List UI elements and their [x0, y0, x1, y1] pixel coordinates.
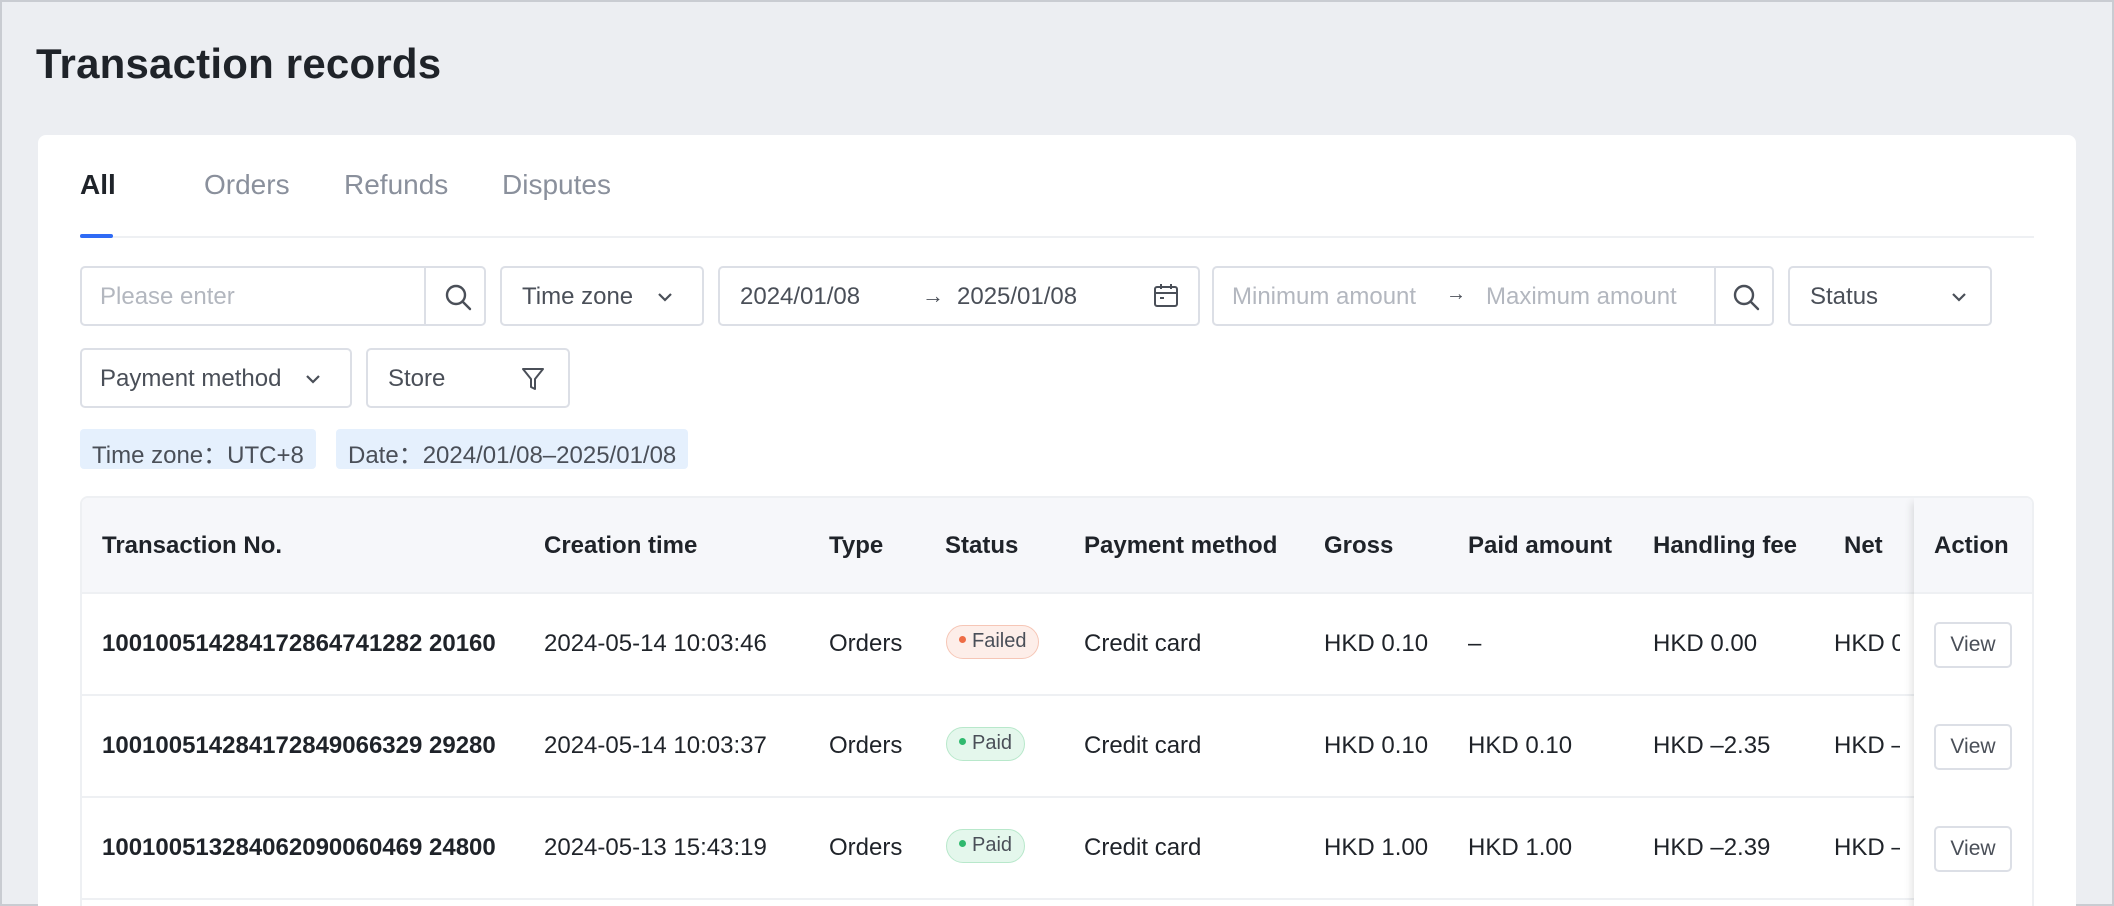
payment-method-select-label: Payment method — [100, 365, 282, 392]
status-badge: Paid — [946, 727, 1026, 761]
view-button[interactable]: View — [1934, 724, 2012, 770]
date-range-arrow-icon: → — [922, 283, 944, 308]
net-cell: HKD –2.25 — [1834, 696, 1900, 798]
status-select-label: Status — [1810, 283, 1879, 310]
date-start[interactable]: 2024/01/08 — [740, 283, 860, 311]
payment-method: Credit card — [1084, 834, 1202, 861]
header-status: Status — [945, 532, 1019, 559]
transaction-no: 100100514284172864741282 20160 — [102, 630, 496, 657]
search-box: Please enter — [80, 266, 486, 326]
transactions-table: Transaction No. Creation time Type Statu… — [80, 496, 2034, 906]
status-badge: Paid — [946, 829, 1026, 863]
gross: HKD 0.10 — [1324, 630, 1429, 657]
header-gross: Gross — [1324, 532, 1394, 559]
status-dot-icon — [959, 840, 966, 848]
status-badge: Failed — [946, 625, 1040, 659]
tab-disputes[interactable]: Disputes — [502, 169, 611, 201]
page-title: Transaction records — [36, 40, 442, 87]
net: HKD –2.25 — [1834, 732, 1900, 759]
payment-method: Credit card — [1084, 630, 1202, 657]
view-button[interactable]: View — [1934, 826, 2012, 872]
active-tab-indicator — [80, 234, 113, 238]
date-end[interactable]: 2025/01/08 — [957, 283, 1077, 311]
header-net: Net — [1844, 532, 1883, 559]
action-header-cell: Action — [1914, 498, 2032, 594]
timezone-select-label: Time zone — [522, 283, 634, 310]
calendar-icon — [1154, 284, 1178, 307]
handling-fee: HKD 0.00 — [1653, 630, 1758, 657]
creation-time: 2024-05-14 10:03:37 — [544, 732, 767, 759]
chevron-down-icon — [306, 375, 320, 384]
amount-search-divider — [1714, 268, 1716, 324]
net-cell: HKD 0.00 — [1834, 594, 1900, 696]
transaction-no: 100100513284062090060469 24800 — [102, 834, 496, 861]
tab-orders[interactable]: Orders — [204, 169, 290, 201]
store-filter[interactable]: Store — [366, 348, 570, 408]
tab-refunds[interactable]: Refunds — [344, 169, 448, 201]
table-row: 100100513284062090060469 24800 2024-05-1… — [82, 798, 2032, 900]
action-column: Action View View View — [1914, 498, 2032, 906]
header-creation-time: Creation time — [544, 532, 698, 559]
table-header: Transaction No. Creation time Type Statu… — [82, 498, 2032, 594]
max-amount-input[interactable]: Maximum amount — [1486, 283, 1677, 311]
status-badge-label: Paid — [972, 834, 1013, 856]
type: Orders — [829, 732, 903, 759]
status-select[interactable]: Status — [1788, 266, 1992, 326]
payment-method: Credit card — [1084, 732, 1202, 759]
creation-time: 2024-05-13 15:43:19 — [544, 834, 767, 861]
header-paid-amount: Paid amount — [1468, 532, 1613, 559]
date-chip: Date：2024/01/08–2025/01/08 — [336, 429, 689, 469]
search-divider — [424, 268, 426, 324]
search-icon[interactable] — [442, 281, 474, 313]
amount-search-icon[interactable] — [1730, 281, 1762, 313]
amount-range: Minimum amount → Maximum amount — [1212, 266, 1774, 326]
handling-fee: HKD –2.39 — [1653, 834, 1771, 861]
view-button[interactable]: View — [1934, 622, 2012, 668]
tab-bar: All Orders Refunds Disputes — [80, 135, 2034, 238]
amount-range-arrow-icon: → — [1446, 283, 1466, 305]
type: Orders — [829, 834, 903, 861]
net-cell: HKD –1.39 — [1834, 798, 1900, 900]
status-badge-label: Paid — [972, 732, 1013, 754]
table-row: 100100514284172864741282 20160 2024-05-1… — [82, 594, 2032, 696]
status-badge-label: Failed — [972, 630, 1027, 652]
chevron-down-icon — [658, 293, 672, 302]
type: Orders — [829, 630, 903, 657]
paid-amount: HKD 1.00 — [1468, 834, 1573, 861]
chevron-down-icon — [1952, 293, 1966, 302]
gross: HKD 1.00 — [1324, 834, 1429, 861]
store-filter-label: Store — [388, 365, 446, 392]
status-dot-icon — [959, 738, 966, 746]
timezone-chip: Time zone：UTC+8 — [80, 429, 316, 469]
timezone-select[interactable]: Time zone — [500, 266, 704, 326]
header-type: Type — [829, 532, 884, 559]
payment-method-select[interactable]: Payment method — [80, 348, 352, 408]
handling-fee: HKD –2.35 — [1653, 732, 1771, 759]
status-dot-icon — [959, 636, 966, 644]
header-payment-method: Payment method — [1084, 532, 1278, 559]
net: HKD –1.39 — [1834, 834, 1900, 861]
header-handling-fee: Handling fee — [1653, 532, 1798, 559]
net: HKD 0.00 — [1834, 630, 1900, 657]
search-input[interactable]: Please enter — [100, 283, 235, 311]
filter-icon — [522, 368, 544, 390]
header-transaction-no: Transaction No. — [102, 532, 283, 559]
header-action: Action — [1934, 532, 2009, 559]
paid-amount: – — [1468, 630, 1482, 657]
gross: HKD 0.10 — [1324, 732, 1429, 759]
paid-amount: HKD 0.10 — [1468, 732, 1573, 759]
transactions-card: All Orders Refunds Disputes Please enter… — [38, 135, 2076, 906]
tab-all[interactable]: All — [80, 169, 116, 201]
min-amount-input[interactable]: Minimum amount — [1232, 283, 1416, 311]
transaction-no: 100100514284172849066329 29280 — [102, 732, 496, 759]
creation-time: 2024-05-14 10:03:46 — [544, 630, 767, 657]
date-range-picker[interactable]: 2024/01/08 → 2025/01/08 — [718, 266, 1200, 326]
table-row: 100100514284172849066329 29280 2024-05-1… — [82, 696, 2032, 798]
